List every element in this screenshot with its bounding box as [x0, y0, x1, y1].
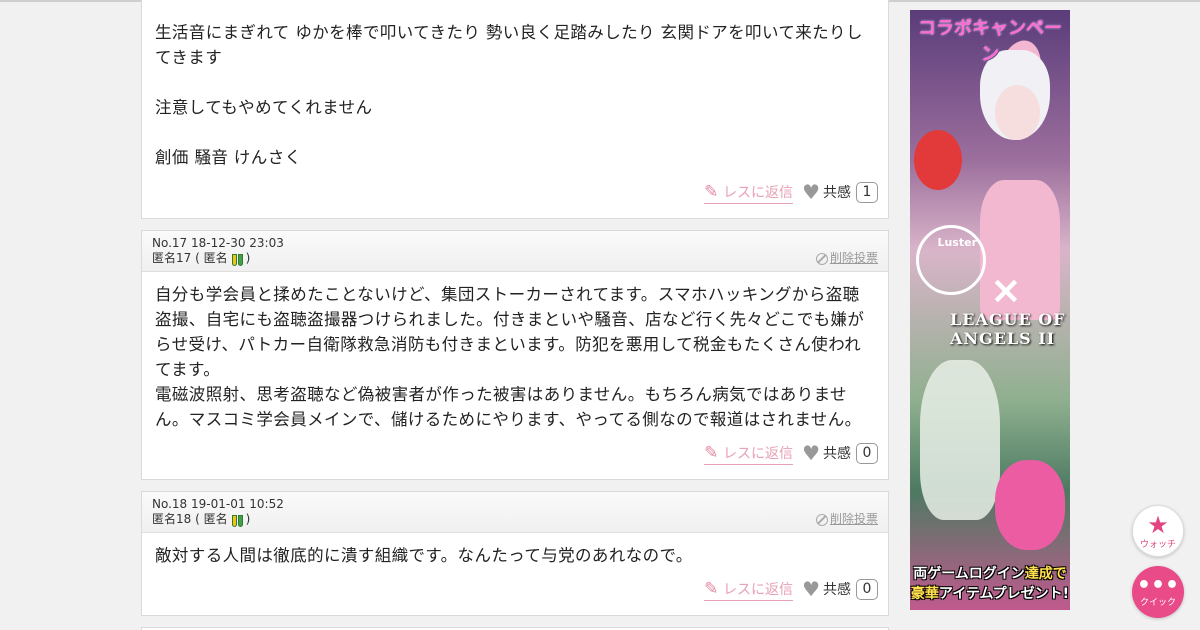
- post-17: No.17 18-12-30 23:03 匿名17 ( 匿名 ) 削除投票 自分…: [141, 230, 889, 480]
- post-line: 自分も学会員と揉めたことないけど、集団ストーカーされてます。スマホハッキングから…: [155, 285, 865, 379]
- post-16: 生活音にまぎれて ゆかを棒で叩いてきたり 勢い良く足踏みしたり 玄関ドアを叩いて…: [141, 0, 889, 219]
- league-of-angels-logo: LEAGUE OF ANGELS II: [950, 310, 1066, 348]
- pencil-icon: ✎: [704, 578, 719, 599]
- delete-vote-label: 削除投票: [829, 251, 878, 265]
- character-face-graphic: [995, 85, 1040, 140]
- ban-icon: [815, 252, 828, 265]
- delete-vote-link[interactable]: 削除投票: [815, 512, 878, 527]
- sympathy-label[interactable]: 共感: [823, 579, 851, 599]
- red-bird-graphic: [914, 130, 962, 190]
- reply-button[interactable]: ✎ レスに返信: [704, 578, 794, 601]
- post-body: 敵対する人間は徹底的に潰す組織です。なんたって与党のあれなので。: [142, 533, 888, 568]
- post-meta: No.18 19-01-01 10:52: [152, 497, 284, 511]
- heart-icon[interactable]: ♥: [802, 443, 820, 463]
- ad-footer-line1a: 両ゲームログイン: [913, 566, 1025, 582]
- post-18: No.18 19-01-01 10:52 匿名18 ( 匿名 ) 削除投票 敵対…: [141, 491, 889, 616]
- delete-vote-link[interactable]: 削除投票: [815, 251, 878, 266]
- post-author: 匿名17 ( 匿名 ): [152, 251, 878, 266]
- author-close: ): [245, 512, 251, 526]
- post-footer: ✎ レスに返信 ♥ 共感 1: [704, 180, 878, 204]
- heart-icon[interactable]: ♥: [802, 579, 820, 599]
- watch-label: ウォッチ: [1139, 539, 1176, 550]
- reply-button[interactable]: ✎ レスに返信: [704, 181, 794, 204]
- more-dots-icon: •••: [1136, 572, 1180, 598]
- ad-footer: 両ゲームログイン達成で 豪華アイテムプレゼント!: [910, 564, 1070, 604]
- post-author: 匿名18 ( 匿名 ): [152, 512, 878, 527]
- reply-label: レスに返信: [723, 581, 794, 598]
- star-icon: ★: [1147, 510, 1169, 539]
- post-line: 注意してもやめてくれません: [155, 98, 373, 117]
- sympathy-label[interactable]: 共感: [823, 182, 851, 202]
- author-close: ): [245, 251, 251, 265]
- ban-icon: [815, 513, 828, 526]
- post-meta: No.17 18-12-30 23:03: [152, 236, 284, 250]
- post-line: 電磁波照射、思考盗聴など偽被害者が作った被害はありません。もちろん病気ではありま…: [155, 385, 862, 429]
- delete-vote-label: 削除投票: [829, 512, 878, 526]
- ad-banner[interactable]: コラボキャンペーン Luster × LEAGUE OF ANGELS II 両…: [910, 10, 1070, 610]
- quick-button[interactable]: ••• クイック: [1132, 566, 1184, 618]
- fairy-graphic: [920, 360, 1000, 520]
- post-line: [155, 70, 875, 95]
- author-name: 匿名18 ( 匿名: [152, 512, 228, 526]
- pencil-icon: ✎: [704, 442, 719, 463]
- reply-button[interactable]: ✎ レスに返信: [704, 442, 794, 465]
- heart-icon[interactable]: ♥: [802, 182, 820, 202]
- post-body: 生活音にまぎれて ゆかを棒で叩いてきたり 勢い良く足踏みしたり 玄関ドアを叩いて…: [142, 0, 888, 170]
- post-line: [155, 120, 875, 145]
- sympathy-count: 1: [856, 181, 878, 203]
- author-name: 匿名17 ( 匿名: [152, 251, 228, 265]
- beginner-mark-icon: [231, 253, 243, 266]
- luster-logo: Luster: [916, 225, 986, 295]
- sympathy-count: 0: [856, 578, 878, 600]
- post-footer: ✎ レスに返信 ♥ 共感 0: [704, 577, 878, 601]
- reply-label: レスに返信: [723, 184, 794, 201]
- reply-label: レスに返信: [723, 445, 794, 462]
- collab-x-icon: ×: [990, 268, 1022, 312]
- pencil-icon: ✎: [704, 181, 719, 202]
- ad-footer-line1b: 達成で: [1024, 566, 1067, 582]
- quick-label: クイック: [1139, 597, 1176, 608]
- post-line: 敵対する人間は徹底的に潰す組織です。なんたって与党のあれなので。: [155, 546, 693, 565]
- beginner-mark-icon: [231, 514, 243, 527]
- pink-bear-graphic: [995, 460, 1065, 550]
- sympathy-label[interactable]: 共感: [823, 443, 851, 463]
- post-line: 創価 騒音 けんさく: [155, 148, 302, 167]
- ad-footer-line2b: アイテムプレゼント!: [938, 586, 1070, 602]
- ad-footer-line2a: 豪華: [910, 586, 939, 602]
- post-body: 自分も学会員と揉めたことないけど、集団ストーカーされてます。スマホハッキングから…: [142, 272, 888, 432]
- sympathy-count: 0: [856, 442, 878, 464]
- post-header: No.17 18-12-30 23:03 匿名17 ( 匿名 ) 削除投票: [142, 231, 888, 272]
- ad-title: コラボキャンペーン: [918, 18, 1062, 65]
- post-line: 生活音にまぎれて ゆかを棒で叩いてきたり 勢い良く足踏みしたり 玄関ドアを叩いて…: [155, 23, 863, 67]
- watch-button[interactable]: ★ ウォッチ: [1132, 505, 1184, 557]
- post-header: No.18 19-01-01 10:52 匿名18 ( 匿名 ) 削除投票: [142, 492, 888, 533]
- post-footer: ✎ レスに返信 ♥ 共感 0: [704, 441, 878, 465]
